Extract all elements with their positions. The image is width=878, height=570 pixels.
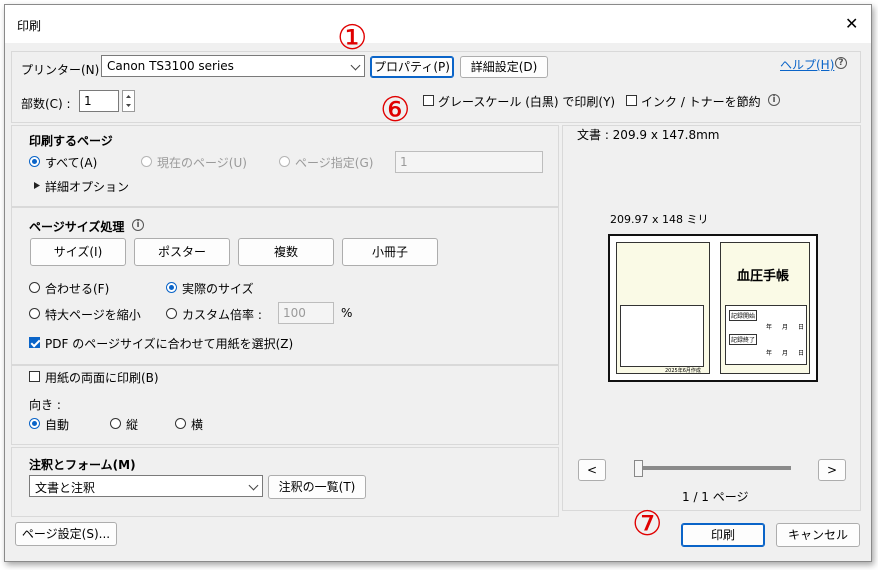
annotation-six: ⑥ — [380, 90, 411, 130]
expand-arrow-icon — [34, 182, 40, 189]
pages-all-label: すべて(A) — [45, 156, 98, 170]
orientation-portrait-radio[interactable] — [110, 418, 121, 429]
pages-range-input[interactable]: 1 — [395, 151, 543, 173]
orientation-landscape-radio[interactable] — [175, 418, 186, 429]
properties-button[interactable]: プロパティ(P) — [370, 56, 454, 78]
zoom-slider-thumb[interactable] — [634, 460, 643, 477]
preview-day-1: 日 — [798, 324, 805, 331]
fit-radio[interactable] — [29, 282, 40, 293]
tab-multiple[interactable]: 複数 — [238, 238, 334, 266]
title-bar: 印刷 ✕ — [5, 5, 871, 43]
pdf-paper-checkbox[interactable] — [29, 337, 40, 348]
pages-current-radio[interactable] — [141, 156, 152, 167]
copies-input[interactable]: 1 — [79, 90, 119, 112]
copies-spinner[interactable] — [122, 90, 135, 112]
preview-month-1: 月 — [782, 324, 789, 331]
annotation-seven: ⑦ — [632, 504, 663, 544]
paper-size: 209.97 x 148 ミリ — [610, 213, 709, 226]
annotation-one: ① — [337, 18, 368, 58]
comments-heading: 注釈とフォーム(M) — [29, 458, 136, 472]
tab-booklet[interactable]: 小冊子 — [342, 238, 438, 266]
preview-start-label: 記録開始 — [729, 310, 758, 321]
document-size: 文書 : 209.9 x 147.8mm — [577, 128, 720, 142]
preview-left-page: 2025年6月作成 — [616, 242, 710, 374]
comments-select[interactable]: 文書と注釈 — [29, 475, 263, 497]
print-button[interactable]: 印刷 — [681, 523, 765, 547]
help-icon[interactable]: ? — [835, 57, 847, 69]
printer-select[interactable]: Canon TS3100 series — [101, 55, 365, 77]
save-ink-label: インク / トナーを節約 — [641, 95, 761, 109]
percent-label: % — [341, 306, 353, 320]
custom-scale-radio[interactable] — [166, 308, 177, 319]
preview-footer-note: 2025年6月作成 — [665, 368, 701, 374]
advanced-button[interactable]: 詳細設定(D) — [460, 56, 548, 78]
page-setup-button[interactable]: ページ設定(S)... — [15, 522, 117, 546]
pdf-paper-label: PDF のページサイズに合わせて用紙を選択(Z) — [45, 337, 294, 351]
copies-value: 1 — [84, 94, 92, 108]
cancel-button[interactable]: キャンセル — [776, 523, 860, 547]
orientation-landscape-label: 横 — [191, 418, 204, 432]
preview-year-1: 年 — [766, 324, 773, 331]
orientation-auto-label: 自動 — [45, 418, 70, 432]
preview-page-title: 血圧手帳 — [737, 269, 790, 284]
actual-size-label: 実際のサイズ — [182, 282, 254, 296]
custom-scale-input[interactable]: 100 — [278, 302, 334, 324]
print-dialog: 印刷 ✕ プリンター(N) : Canon TS3100 series プロパテ… — [4, 4, 872, 562]
preview-end-label: 記録終了 — [729, 334, 758, 345]
preview-day-2: 日 — [798, 350, 805, 357]
window-title: 印刷 — [17, 19, 42, 33]
info-icon[interactable]: i — [768, 94, 780, 106]
shrink-radio[interactable] — [29, 308, 40, 319]
duplex-checkbox[interactable] — [29, 371, 40, 382]
fit-label: 合わせる(F) — [45, 282, 110, 296]
shrink-label: 特大ページを縮小 — [45, 308, 141, 322]
page-preview: 2025年6月作成 血圧手帳 記録開始 年 月 日 記録終了 年 月 日 — [608, 234, 818, 382]
preview-right-page: 血圧手帳 記録開始 年 月 日 記録終了 年 月 日 — [720, 242, 810, 374]
pages-current-label: 現在のページ(U) — [157, 156, 247, 170]
orientation-auto-radio[interactable] — [29, 418, 40, 429]
copies-label: 部数(C) : — [21, 97, 71, 111]
printer-label: プリンター(N) : — [21, 63, 108, 77]
help-link[interactable]: ヘルプ(H) — [780, 56, 834, 73]
duplex-label: 用紙の両面に印刷(B) — [45, 371, 159, 385]
pages-range-value: 1 — [400, 155, 408, 169]
grayscale-label: グレースケール (白黒) で印刷(Y) — [438, 95, 616, 109]
custom-scale-value: 100 — [283, 306, 306, 320]
spinner-arrows-icon — [126, 95, 131, 107]
grayscale-checkbox[interactable] — [423, 95, 434, 106]
pages-range-label: ページ指定(G) — [295, 156, 374, 170]
sizing-info-icon[interactable]: i — [132, 219, 144, 231]
pages-range-radio[interactable] — [279, 156, 290, 167]
orientation-portrait-label: 縦 — [126, 418, 139, 432]
printer-select-value: Canon TS3100 series — [107, 59, 234, 73]
chevron-down-icon — [350, 60, 361, 71]
close-icon[interactable]: ✕ — [845, 14, 858, 33]
more-options-toggle[interactable]: 詳細オプション — [45, 178, 129, 195]
sizing-heading: ページサイズ処理 — [29, 220, 125, 234]
prev-page-button[interactable]: < — [578, 459, 606, 481]
actual-size-radio[interactable] — [166, 282, 177, 293]
pages-heading: 印刷するページ — [29, 134, 113, 148]
save-ink-checkbox[interactable] — [626, 95, 637, 106]
tab-poster[interactable]: ポスター — [134, 238, 230, 266]
chevron-down-icon — [248, 480, 259, 491]
preview-image-box — [620, 305, 704, 367]
preview-year-2: 年 — [766, 350, 773, 357]
custom-scale-label: カスタム倍率 : — [182, 308, 262, 322]
pages-all-radio[interactable] — [29, 156, 40, 167]
preview-month-2: 月 — [782, 350, 789, 357]
next-page-button[interactable]: > — [818, 459, 846, 481]
orientation-heading: 向き : — [29, 398, 61, 412]
zoom-slider-track[interactable] — [635, 466, 791, 470]
comments-summary-button[interactable]: 注釈の一覧(T) — [268, 475, 366, 499]
comments-select-value: 文書と注釈 — [35, 481, 96, 495]
page-indicator: 1 / 1 ページ — [682, 490, 749, 504]
preview-record-box: 記録開始 年 月 日 記録終了 年 月 日 — [725, 305, 807, 365]
tab-size[interactable]: サイズ(I) — [30, 238, 126, 266]
